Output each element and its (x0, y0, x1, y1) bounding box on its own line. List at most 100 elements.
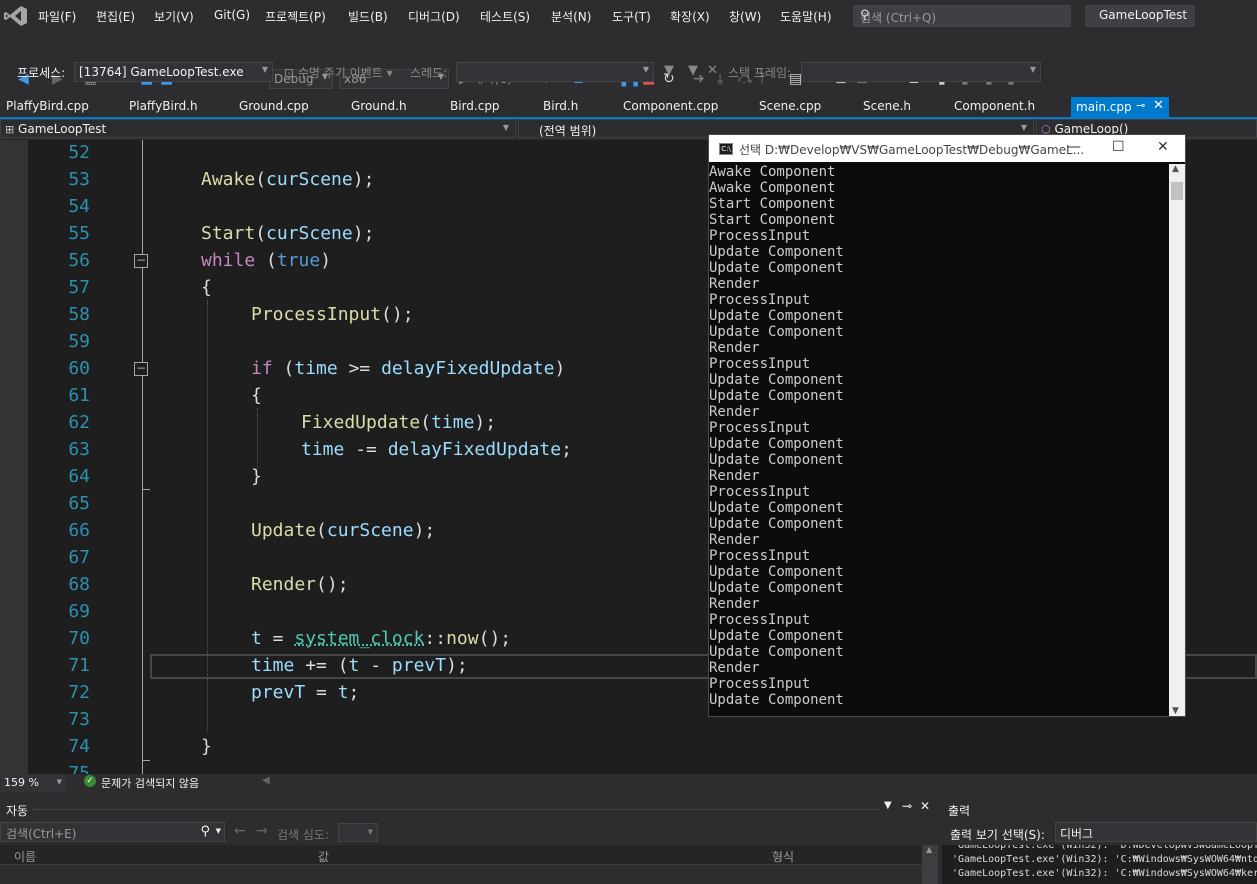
tab-plaffybird-cpp[interactable]: PlaffyBird.cpp (6, 96, 89, 116)
stackframe-select[interactable]: ▼ (801, 62, 1041, 82)
menu-edit[interactable]: 편집(E) (96, 8, 135, 25)
console-line: Update Component (709, 564, 844, 580)
tab-scene-h[interactable]: Scene.h (863, 96, 911, 116)
col-name[interactable]: 이름 (14, 848, 36, 865)
menu-extensions[interactable]: 확장(X) (670, 8, 710, 25)
menu-help[interactable]: 도움말(H) (780, 8, 832, 25)
console-line: Awake Component (709, 180, 836, 196)
editor-status-bar: 159 % ▼ ✓ 문제가 검색되지 않음 ◀ (0, 774, 1257, 792)
tab-bird-cpp[interactable]: Bird.cpp (450, 96, 500, 116)
close-panel-icon[interactable]: ✕ (920, 799, 930, 813)
close-tab-icon[interactable]: ✕ (1153, 98, 1164, 113)
menu-file[interactable]: 파일(F) (38, 8, 76, 25)
console-output: Awake Component Awake Component Start Co… (709, 164, 1169, 716)
flag-threads-icon[interactable]: ▼ (688, 63, 698, 78)
output-text[interactable]: 'GameLoopTest.exe'(Win32): 'D:₩Develop₩V… (942, 845, 1257, 884)
clear-flags-icon[interactable]: ✕ (707, 63, 718, 78)
console-title: 선택 D:₩Develop₩VS₩GameLoopTest₩Debug₩Game… (739, 143, 1085, 157)
pin-icon[interactable]: ⊸ (1136, 99, 1145, 112)
code-line: { (251, 385, 262, 406)
line-number: 71 (68, 655, 90, 676)
search-forward-icon[interactable]: → (256, 823, 268, 839)
menu-debug[interactable]: 디버그(D) (408, 8, 460, 25)
menu-window[interactable]: 창(W) (729, 8, 761, 25)
search-depth-select[interactable]: ▼ (338, 823, 378, 842)
tab-main-cpp[interactable]: main.cpp ⊸ ✕ (1071, 97, 1169, 117)
col-value[interactable]: 값 (318, 848, 329, 865)
line-number: 63 (68, 439, 90, 460)
close-window-icon[interactable]: ✕ (1157, 139, 1169, 155)
scroll-up-icon[interactable]: ▲ (926, 845, 932, 854)
tab-ground-h[interactable]: Ground.h (351, 96, 407, 116)
chevron-down-icon[interactable]: ▼ (216, 827, 221, 835)
search-input[interactable]: 검색 (Ctrl+Q) ⚲ (853, 5, 1071, 27)
tab-component-h[interactable]: Component.h (954, 96, 1035, 116)
outline-line (142, 140, 143, 774)
autos-scrollbar[interactable]: ▲ (922, 845, 938, 884)
line-number: 55 (68, 223, 90, 244)
line-number: 69 (68, 601, 90, 622)
thread-label: 스레드: (410, 66, 448, 80)
menu-project[interactable]: 프로젝트(P) (265, 8, 326, 25)
maximize-icon[interactable]: ☐ (1112, 139, 1125, 155)
code-line: Render(); (251, 574, 349, 595)
lifecycle-events-button[interactable]: ⊡ 수명 주기 이벤트 ▾ (284, 64, 393, 81)
tab-scene-cpp[interactable]: Scene.cpp (759, 96, 821, 116)
output-line: 'GameLoopTest.exe'(Win32): 'C:₩Windows₩S… (952, 854, 1257, 865)
line-number: 64 (68, 466, 90, 487)
line-number: 65 (68, 493, 90, 514)
menu-build[interactable]: 빌드(B) (348, 8, 388, 25)
cpp-project-icon: ⊞ (5, 123, 15, 136)
console-line: Render (709, 404, 760, 420)
code-line: while (true) (201, 250, 332, 271)
console-line: Update Component (709, 580, 844, 596)
panel-options-icon[interactable]: ▼ (884, 800, 892, 811)
tab-ground-cpp[interactable]: Ground.cpp (239, 96, 309, 116)
autos-search-input[interactable]: 검색(Ctrl+E) ⚲ ▼ (0, 822, 225, 842)
filter-icon[interactable]: ▼ (664, 63, 674, 78)
menu-git[interactable]: Git(G) (214, 8, 250, 22)
tab-plaffybird-h[interactable]: PlaffyBird.h (129, 96, 198, 116)
console-line: Render (709, 340, 760, 356)
col-type[interactable]: 형식 (772, 848, 794, 865)
chevron-down-icon: ▼ (1029, 65, 1036, 74)
zoom-select[interactable]: 159 % ▼ (0, 774, 66, 792)
pin-icon[interactable]: ⊸ (902, 799, 912, 813)
thread-select[interactable]: ▼ (456, 62, 654, 82)
console-line: Update Component (709, 452, 844, 468)
process-select[interactable]: [13764] GameLoopTest.exe ▼ (74, 62, 273, 82)
console-title-bar[interactable]: C:\ 선택 D:₩Develop₩VS₩GameLoopTest₩Debug₩… (709, 135, 1185, 162)
code-line: } (251, 466, 262, 487)
issues-status[interactable]: 문제가 검색되지 않음 (101, 775, 199, 791)
menu-test[interactable]: 테스트(S) (480, 8, 530, 25)
line-number: 59 (68, 331, 90, 352)
process-value: [13764] GameLoopTest.exe (79, 65, 244, 79)
console-scroll-thumb[interactable] (1171, 182, 1183, 200)
menu-view[interactable]: 보기(V) (154, 8, 194, 25)
console-line: ProcessInput (709, 548, 811, 564)
scroll-down-icon[interactable]: ▼ (1172, 706, 1179, 716)
code-line: Awake(curScene); (201, 169, 375, 190)
collapse-icon[interactable]: − (134, 254, 148, 268)
scroll-left-icon[interactable]: ◀ (262, 775, 270, 786)
search-icon[interactable]: ⚲ (200, 824, 210, 839)
minimize-icon[interactable]: — (1067, 139, 1081, 155)
menu-analyze[interactable]: 분석(N) (551, 8, 591, 25)
search-back-icon[interactable]: ← (234, 823, 246, 839)
project-scope-select[interactable]: ⊞ GameLoopTest ▼ (0, 119, 516, 138)
console-line: Update Component (709, 644, 844, 660)
tab-component-cpp[interactable]: Component.cpp (623, 96, 718, 116)
console-line: ProcessInput (709, 228, 811, 244)
autos-panel: 자동 ▼ ⊸ ✕ 검색(Ctrl+E) ⚲ ▼ ← → 검색 심도: ▼ 이름 … (0, 799, 938, 884)
global-scope-value: (전역 범위) (539, 124, 597, 138)
process-label: 프로세스: (17, 66, 66, 80)
console-line: Start Component (709, 196, 836, 212)
console-scrollbar[interactable]: ▲ ▼ (1169, 164, 1185, 716)
tab-bird-h[interactable]: Bird.h (543, 96, 578, 116)
scroll-up-icon[interactable]: ▲ (1172, 164, 1179, 174)
console-line: ProcessInput (709, 420, 811, 436)
menu-tools[interactable]: 도구(T) (612, 8, 651, 25)
collapse-icon[interactable]: − (134, 362, 148, 376)
output-source-select[interactable]: 디버그 (1055, 822, 1257, 842)
console-line: Update Component (709, 692, 844, 708)
